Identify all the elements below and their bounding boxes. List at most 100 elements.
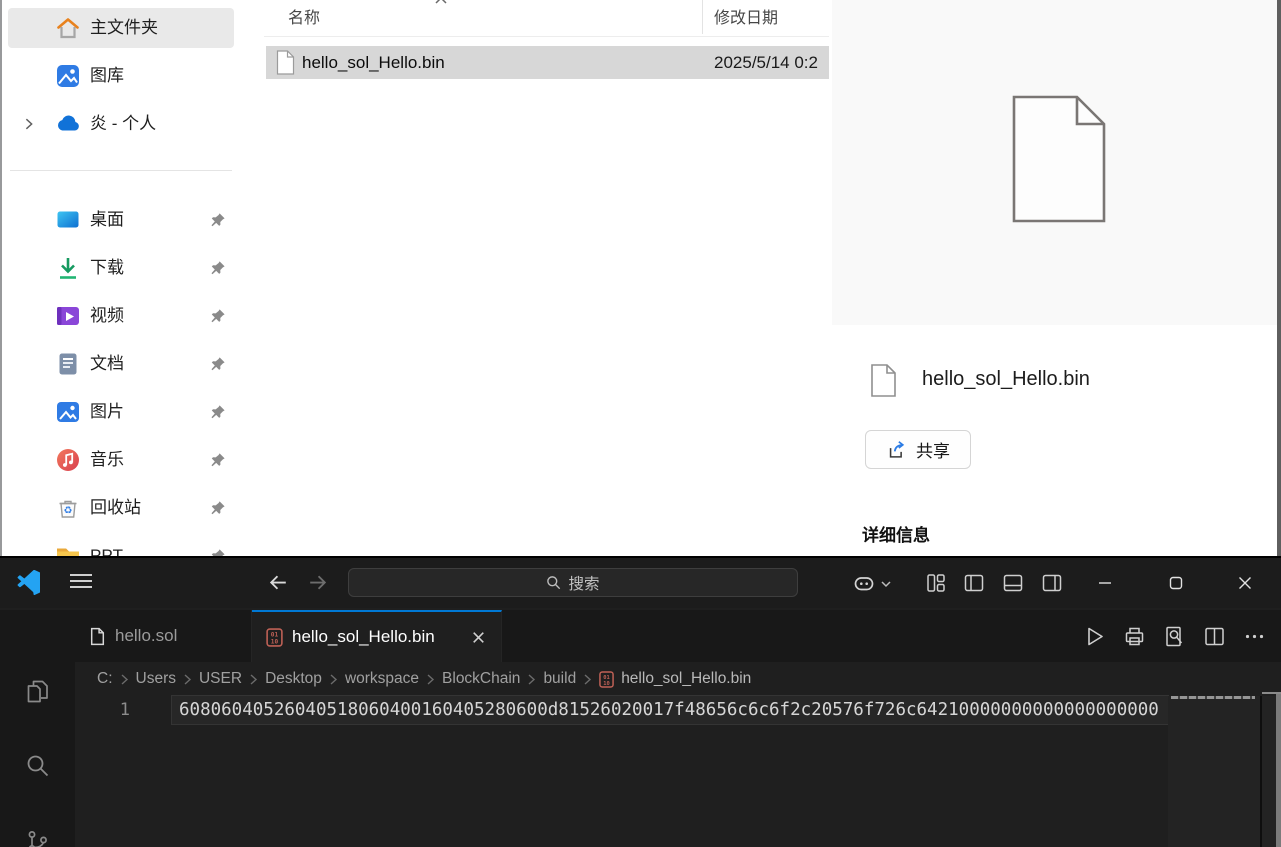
file-icon: [870, 363, 897, 398]
sidebar-item-downloads[interactable]: 下载: [8, 248, 234, 288]
more-actions-icon[interactable]: [1242, 624, 1267, 649]
search-icon: [546, 575, 561, 590]
breadcrumb-item[interactable]: BlockChain: [442, 670, 520, 688]
print-icon[interactable]: [1122, 624, 1147, 649]
breadcrumb-item[interactable]: Desktop: [265, 670, 322, 688]
download-icon: [55, 255, 81, 281]
pin-icon[interactable]: [210, 452, 226, 468]
scrollbar-track[interactable]: [1262, 696, 1276, 847]
desktop-icon: [55, 207, 81, 233]
copilot-icon[interactable]: [852, 571, 876, 595]
explorer-scrollbar[interactable]: [1277, 0, 1281, 556]
toggle-panel-icon[interactable]: [1001, 571, 1025, 595]
customize-layout-icon[interactable]: [924, 571, 948, 595]
sidebar-item-label: 图库: [90, 56, 124, 96]
chevron-right-icon[interactable]: [22, 117, 36, 131]
pin-icon[interactable]: [210, 308, 226, 324]
file-explorer-window: 主文件夹 图库 炎 - 个人: [0, 0, 1281, 556]
pin-icon[interactable]: [210, 404, 226, 420]
home-icon: [55, 15, 81, 41]
close-button[interactable]: [1228, 566, 1262, 600]
sidebar-item-label: 回收站: [90, 488, 141, 528]
pin-icon[interactable]: [210, 500, 226, 516]
explorer-view-icon[interactable]: [24, 678, 51, 705]
code-editor[interactable]: 1 60806040526040518060400160405280600d81…: [75, 696, 1281, 847]
breadcrumb-item[interactable]: hello_sol_Hello.bin: [621, 670, 751, 688]
search-label: 搜索: [568, 572, 599, 594]
breadcrumb-item[interactable]: USER: [199, 670, 242, 688]
sidebar-item-home[interactable]: 主文件夹: [8, 8, 234, 48]
sidebar-item-documents[interactable]: 文档: [8, 344, 234, 384]
column-divider[interactable]: [702, 0, 703, 34]
breadcrumb-item[interactable]: workspace: [345, 670, 419, 688]
file-name: hello_sol_Hello.bin: [302, 46, 445, 79]
open-preview-icon[interactable]: [1162, 624, 1187, 649]
toggle-primary-sidebar-icon[interactable]: [962, 571, 986, 595]
background-window-edge: [1276, 694, 1281, 847]
pin-icon[interactable]: [210, 212, 226, 228]
tab-hello-sol[interactable]: hello.sol: [75, 610, 252, 662]
file-modified-date: 2025/5/14 0:2: [714, 46, 818, 79]
svg-text:10: 10: [271, 638, 279, 645]
svg-text:01: 01: [603, 674, 610, 680]
sidebar-item-recycle-bin[interactable]: ♻ 回收站: [8, 488, 234, 528]
maximize-button[interactable]: [1159, 566, 1193, 600]
minimize-button[interactable]: [1088, 566, 1122, 600]
back-arrow-icon[interactable]: [266, 570, 291, 595]
file-icon: [89, 627, 106, 646]
minimap[interactable]: [1168, 696, 1260, 847]
explorer-preview-pane: hello_sol_Hello.bin 共享 详细信息: [832, 0, 1281, 556]
preview-area: [832, 0, 1281, 325]
code-line-1[interactable]: 60806040526040518060400160405280600d8152…: [179, 696, 1168, 724]
breadcrumb-item[interactable]: C:: [97, 670, 113, 688]
forward-arrow-icon[interactable]: [305, 570, 330, 595]
file-row-selected[interactable]: hello_sol_Hello.bin 2025/5/14 0:2: [266, 46, 829, 79]
sidebar-item-videos[interactable]: 视频: [8, 296, 234, 336]
column-header-name[interactable]: 名称: [288, 4, 320, 28]
binary-file-icon: 01 10: [266, 628, 283, 647]
sidebar-item-onedrive[interactable]: 炎 - 个人: [8, 104, 234, 144]
vscode-logo-icon: [15, 570, 40, 595]
chevron-down-icon[interactable]: [879, 577, 893, 591]
column-header-modified[interactable]: 修改日期: [714, 4, 778, 28]
sidebar-item-desktop[interactable]: 桌面: [8, 200, 234, 240]
sidebar-item-label: 桌面: [90, 200, 124, 240]
screen: 主文件夹 图库 炎 - 个人: [0, 0, 1281, 847]
source-control-view-icon[interactable]: [24, 828, 51, 847]
sidebar-item-label: 音乐: [90, 440, 124, 480]
tab-hello-sol-hello-bin[interactable]: 01 10 hello_sol_Hello.bin: [252, 610, 502, 662]
pin-icon[interactable]: [210, 260, 226, 276]
binary-file-icon: 01 10: [599, 671, 614, 688]
sidebar-item-music[interactable]: 音乐: [8, 440, 234, 480]
sidebar-item-pictures[interactable]: 图片: [8, 392, 234, 432]
toggle-secondary-sidebar-icon[interactable]: [1040, 571, 1064, 595]
editor-actions: [1082, 610, 1267, 662]
minimap-line: [1171, 696, 1255, 699]
pin-icon[interactable]: [210, 356, 226, 372]
breadcrumb-item[interactable]: Users: [136, 670, 176, 688]
chevron-right-icon: [581, 673, 594, 686]
share-label: 共享: [916, 437, 950, 462]
close-tab-icon[interactable]: [470, 629, 487, 646]
chevron-right-icon: [424, 673, 437, 686]
sidebar-item-label: 炎 - 个人: [90, 104, 156, 144]
share-button[interactable]: 共享: [865, 430, 971, 469]
tab-label: hello_sol_Hello.bin: [292, 627, 435, 647]
search-view-icon[interactable]: [24, 752, 51, 779]
vscode-window: 搜索: [0, 556, 1281, 847]
sidebar-item-label: 视频: [90, 296, 124, 336]
sidebar-item-label: 图片: [90, 392, 124, 432]
file-preview-icon: [1012, 95, 1106, 223]
music-icon: [55, 447, 81, 473]
sidebar-item-gallery[interactable]: 图库: [8, 56, 234, 96]
svg-text:01: 01: [271, 631, 279, 638]
run-icon[interactable]: [1082, 624, 1107, 649]
pictures-icon: [55, 399, 81, 425]
sidebar-item-label: 文档: [90, 344, 124, 384]
breadcrumb: C: Users USER Desktop workspace BlockCha…: [75, 662, 1281, 696]
command-center-search[interactable]: 搜索: [348, 568, 798, 597]
breadcrumb-item[interactable]: build: [543, 670, 576, 688]
vscode-activity-bar: [0, 610, 75, 847]
split-editor-icon[interactable]: [1202, 624, 1227, 649]
menu-icon[interactable]: [70, 574, 92, 590]
